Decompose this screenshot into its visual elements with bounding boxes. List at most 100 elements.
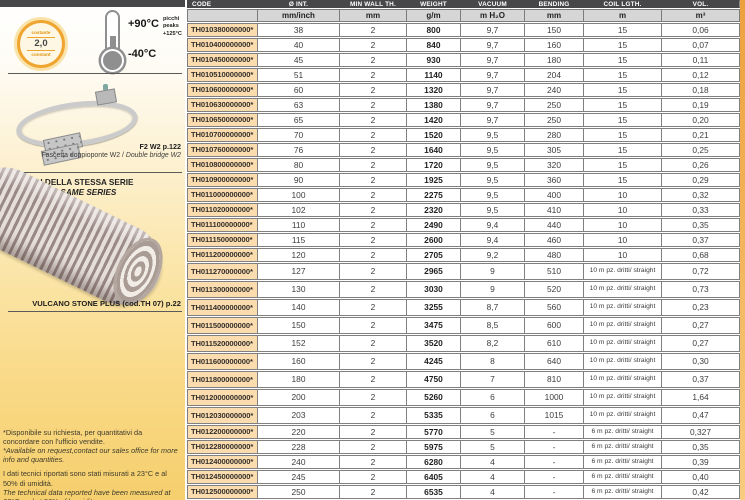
- table-cell-bending: 180: [524, 53, 584, 67]
- table-cell-bending: 280: [524, 128, 584, 142]
- table-cell-weight: 2490: [406, 218, 461, 232]
- table-cell-wall: 2: [339, 299, 407, 316]
- page-edge-strip: [740, 0, 745, 500]
- table-cell-coil: 10 m pz. dritti/ straight: [583, 317, 662, 334]
- table-cell-weight: 1380: [406, 98, 461, 112]
- table-cell-vacuum: 9,5: [460, 128, 525, 142]
- table-cell-bending: 150: [524, 23, 584, 37]
- table-cell-vol: 0,39: [661, 455, 740, 469]
- table-cell-vacuum: 9,7: [460, 68, 525, 82]
- table-cell-wall: 2: [339, 470, 407, 484]
- table-cell-vol: 0,27: [661, 335, 740, 352]
- table-cell-wall: 2: [339, 485, 407, 499]
- table-cell-wall: 2: [339, 68, 407, 82]
- table-cell-weight: 1320: [406, 83, 461, 97]
- table-cell-coil: 6 m pz. dritti/ straight: [583, 485, 662, 499]
- table-cell-vol: 0,30: [661, 353, 740, 370]
- table-cell-vol: 0,37: [661, 233, 740, 247]
- table-cell-vol: 1,64: [661, 389, 740, 406]
- peaks-label-en: peaks: [163, 23, 182, 30]
- table-cell-code: TH012000000000*: [187, 389, 258, 406]
- peaks-label-it: picchi: [163, 16, 182, 23]
- table-cell-vacuum: 8,2: [460, 335, 525, 352]
- catalog-page: costante 2,0 constant +90°C -40°C picchi…: [0, 0, 745, 500]
- table-cell-vol: 0,21: [661, 128, 740, 142]
- thermometer-bulb: [101, 49, 124, 72]
- table-cell-d_int: 140: [257, 299, 340, 316]
- clamp-reference: F2 W2 p.122: [139, 142, 181, 151]
- table-cell-weight: 4750: [406, 371, 461, 388]
- table-cell-vol: 0,73: [661, 281, 740, 298]
- temperature-max: +90°C: [128, 18, 159, 30]
- table-cell-bending: 240: [524, 83, 584, 97]
- table-row: TH011020000000*102223209,5410100,33: [187, 203, 740, 217]
- table-cell-vol: 0,40: [661, 470, 740, 484]
- table-cell-bending: 305: [524, 143, 584, 157]
- table-cell-code: TH012030000000*: [187, 407, 258, 424]
- table-cell-wall: 2: [339, 113, 407, 127]
- table-cell-code: TH010400000000*: [187, 38, 258, 52]
- table-cell-wall: 2: [339, 128, 407, 142]
- table-cell-weight: 800: [406, 23, 461, 37]
- table-cell-bending: 440: [524, 218, 584, 232]
- table-header-row: CODEØ INT.MIN WALL TH.WEIGHTVACUUMBENDIN…: [187, 0, 740, 8]
- sidebar: costante 2,0 constant +90°C -40°C picchi…: [0, 0, 185, 500]
- table-cell-vacuum: 9,5: [460, 203, 525, 217]
- table-cell-code: TH011800000000*: [187, 371, 258, 388]
- table-cell-weight: 1520: [406, 128, 461, 142]
- table-cell-d_int: 65: [257, 113, 340, 127]
- table-cell-coil: 15: [583, 23, 662, 37]
- table-cell-d_int: 245: [257, 470, 340, 484]
- table-cell-bending: 810: [524, 371, 584, 388]
- table-cell-vol: 0,19: [661, 98, 740, 112]
- table-cell-wall: 2: [339, 440, 407, 454]
- table-row: TH010630000000*63213809,7250150,19: [187, 98, 740, 112]
- table-cell-bending: -: [524, 470, 584, 484]
- table-cell-vacuum: 5: [460, 440, 525, 454]
- table-cell-vol: 0,29: [661, 173, 740, 187]
- column-header-coil: COIL LGTH.: [583, 0, 662, 8]
- table-cell-d_int: 38: [257, 23, 340, 37]
- table-cell-code: TH010380000000*: [187, 23, 258, 37]
- table-cell-vol: 0,26: [661, 158, 740, 172]
- table-cell-d_int: 120: [257, 248, 340, 262]
- table-cell-d_int: 150: [257, 317, 340, 334]
- table-cell-coil: 6 m pz. dritti/ straight: [583, 440, 662, 454]
- table-cell-bending: 600: [524, 317, 584, 334]
- table-cell-coil: 6 m pz. dritti/ straight: [583, 470, 662, 484]
- column-header-d_int: Ø INT.: [257, 0, 340, 8]
- table-row: TH011500000000*150234758,560010 m pz. dr…: [187, 317, 740, 334]
- table-cell-vacuum: 8: [460, 353, 525, 370]
- table-cell-vol: 0,42: [661, 485, 740, 499]
- table-cell-coil: 10: [583, 248, 662, 262]
- table-row: TH011800000000*18024750781010 m pz. drit…: [187, 371, 740, 388]
- table-cell-d_int: 130: [257, 281, 340, 298]
- table-row: TH012500000000*250265354-6 m pz. dritti/…: [187, 485, 740, 499]
- table-cell-vacuum: 5: [460, 425, 525, 439]
- table-cell-d_int: 80: [257, 158, 340, 172]
- divider: [8, 172, 182, 173]
- table-cell-vol: 0,27: [661, 317, 740, 334]
- table-row: TH012400000000*240262804-6 m pz. dritti/…: [187, 455, 740, 469]
- table-cell-weight: 1140: [406, 68, 461, 82]
- table-cell-wall: 2: [339, 233, 407, 247]
- table-row: TH011600000000*16024245864010 m pz. drit…: [187, 353, 740, 370]
- table-cell-bending: 1000: [524, 389, 584, 406]
- table-cell-d_int: 152: [257, 335, 340, 352]
- table-cell-coil: 10 m pz. dritti/ straight: [583, 353, 662, 370]
- table-cell-coil: 10 m pz. dritti/ straight: [583, 371, 662, 388]
- table-cell-d_int: 115: [257, 233, 340, 247]
- table-cell-vacuum: 9,2: [460, 248, 525, 262]
- table-cell-vol: 0,327: [661, 425, 740, 439]
- column-header-weight: WEIGHT: [406, 0, 461, 8]
- temperature-peaks: picchi peaks +125°C: [163, 16, 182, 38]
- temperature-min: -40°C: [128, 48, 156, 60]
- table-cell-weight: 3475: [406, 317, 461, 334]
- table-cell-code: TH010800000000*: [187, 158, 258, 172]
- table-cell-vacuum: 4: [460, 485, 525, 499]
- table-cell-bending: 1015: [524, 407, 584, 424]
- table-cell-weight: 2600: [406, 233, 461, 247]
- table-cell-vol: 0,47: [661, 407, 740, 424]
- table-cell-weight: 5770: [406, 425, 461, 439]
- table-cell-vacuum: 9,7: [460, 98, 525, 112]
